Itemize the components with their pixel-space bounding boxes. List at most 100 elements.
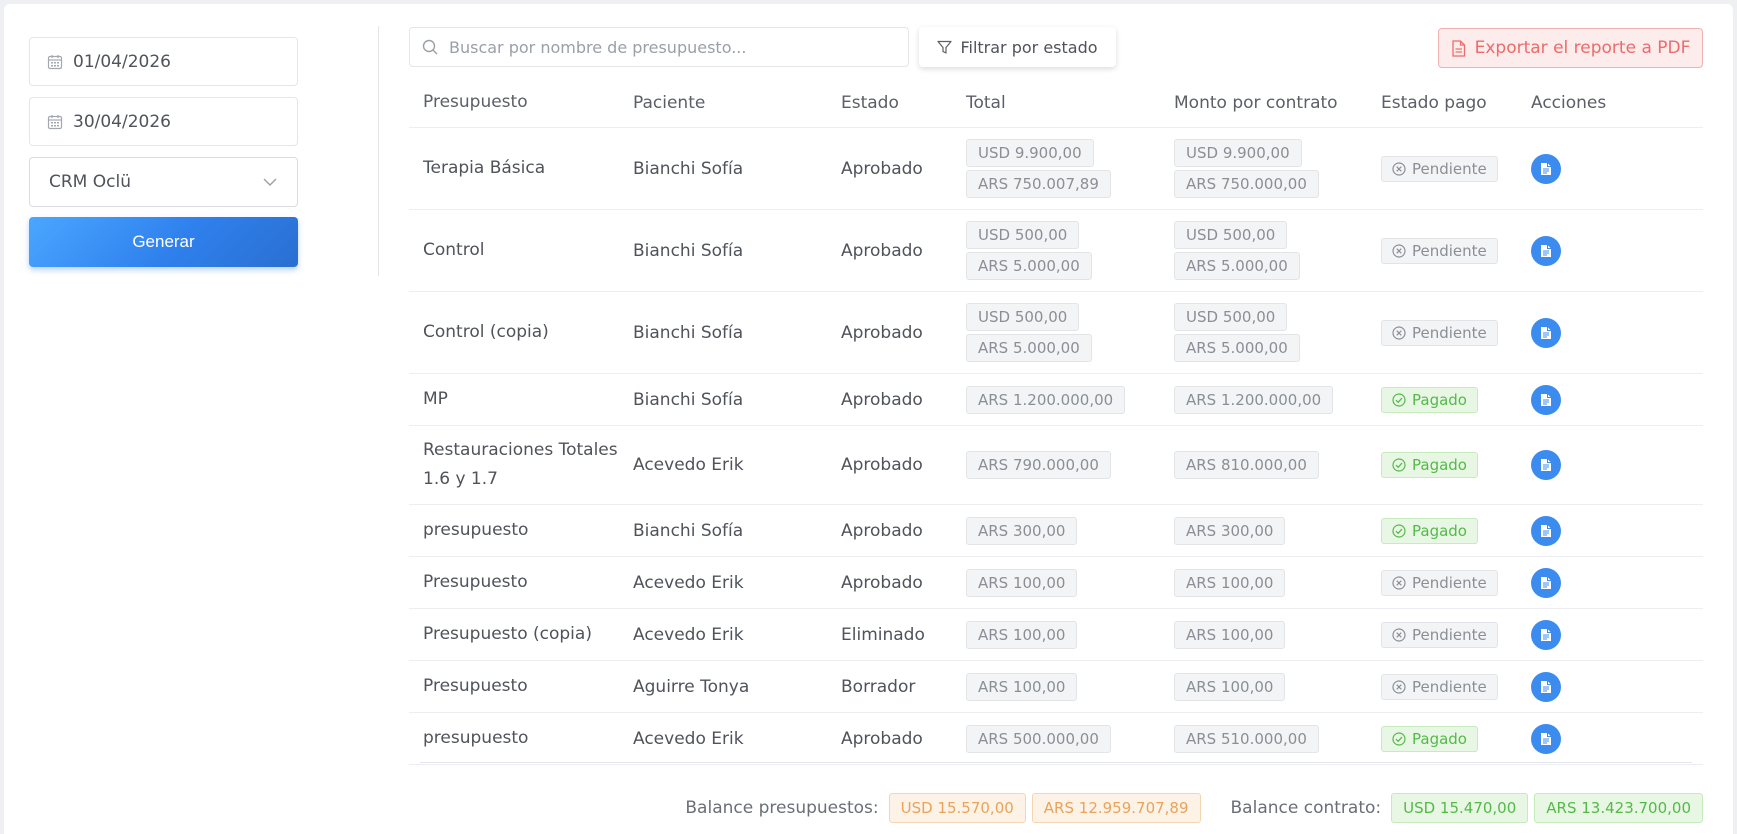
cell-contract: USD 500,00 ARS 5.000,00 <box>1160 303 1367 362</box>
view-document-button[interactable] <box>1531 515 1561 546</box>
header-monto-contrato[interactable]: Monto por contrato <box>1160 93 1367 113</box>
cell-state: Borrador <box>841 676 916 697</box>
clinic-select-value: CRM Oclü <box>49 172 131 192</box>
total-tag: ARS 100,00 <box>966 568 1078 597</box>
contract-tag: ARS 100,00 <box>1174 568 1286 597</box>
view-document-button[interactable] <box>1531 153 1561 184</box>
contract-tag: ARS 510.000,00 <box>1174 724 1319 753</box>
cell-actions <box>1517 384 1703 415</box>
pdf-file-icon <box>1451 39 1465 57</box>
total-tag: ARS 750.007,89 <box>966 170 1111 198</box>
view-document-button[interactable] <box>1531 671 1561 702</box>
cell-budget-name[interactable]: Control <box>409 236 619 265</box>
search-input[interactable]: Buscar por nombre de presupuesto... <box>409 27 909 67</box>
cell-patient: Aguirre Tonya <box>633 676 750 697</box>
cell-budget-name[interactable]: Presupuesto (copia) <box>409 620 619 649</box>
circle-x-icon <box>1392 243 1406 258</box>
cell-budget-name[interactable]: presupuesto <box>409 516 619 545</box>
cell-budget-name[interactable]: Terapia Básica <box>409 154 619 183</box>
cell-total: USD 9.900,00 ARS 750.007,89 <box>952 139 1160 198</box>
date-from-field[interactable]: 01/04/2026 <box>29 37 298 86</box>
payment-status-label: Pendiente <box>1412 677 1487 696</box>
cell-patient: Bianchi Sofía <box>633 240 744 261</box>
cell-patient: Bianchi Sofía <box>633 322 744 343</box>
cell-actions <box>1517 153 1703 184</box>
circle-x-icon <box>1392 161 1406 176</box>
total-tag: ARS 5.000,00 <box>966 252 1092 280</box>
date-to-value: 30/04/2026 <box>73 111 171 132</box>
balance-contract-ars: ARS 13.423.700,00 <box>1534 793 1703 823</box>
search-icon <box>422 39 438 55</box>
document-icon <box>1541 244 1551 257</box>
view-document-button[interactable] <box>1531 619 1561 650</box>
document-icon <box>1541 576 1551 589</box>
document-icon <box>1541 680 1551 693</box>
cell-total: ARS 1.200.000,00 <box>952 385 1160 414</box>
cell-patient: Bianchi Sofía <box>633 520 744 541</box>
payment-status-badge: Pendiente <box>1381 155 1498 182</box>
cell-state: Aprobado <box>841 572 923 593</box>
cell-budget-name[interactable]: MP <box>409 385 619 414</box>
cell-payment-state: Pendiente <box>1367 319 1517 346</box>
payment-status-badge: Pendiente <box>1381 673 1498 700</box>
header-total[interactable]: Total <box>952 93 1160 113</box>
circle-x-icon <box>1392 627 1406 642</box>
view-document-button[interactable] <box>1531 723 1561 754</box>
cell-payment-state: Pendiente <box>1367 673 1517 700</box>
header-estado[interactable]: Estado <box>827 93 952 113</box>
table-row: MP Bianchi Sofía Aprobado ARS 1.200.000,00 A… <box>409 374 1703 426</box>
cell-budget-name[interactable]: presupuesto <box>409 724 619 753</box>
cell-budget-name[interactable]: Presupuesto <box>409 672 619 701</box>
cell-patient: Acevedo Erik <box>633 728 744 749</box>
payment-status-badge: Pagado <box>1381 386 1478 413</box>
clinic-select[interactable]: CRM Oclü <box>29 157 298 207</box>
cell-total: USD 500,00 ARS 5.000,00 <box>952 221 1160 280</box>
document-icon <box>1541 393 1551 406</box>
cell-budget-name[interactable]: Control (copia) <box>409 318 619 347</box>
document-icon <box>1541 326 1551 339</box>
header-estado-pago[interactable]: Estado pago <box>1367 93 1517 113</box>
cell-state: Aprobado <box>841 322 923 343</box>
payment-status-badge: Pendiente <box>1381 569 1498 596</box>
total-tag: ARS 100,00 <box>966 672 1078 701</box>
payment-status-badge: Pagado <box>1381 725 1478 752</box>
cell-actions <box>1517 619 1703 650</box>
total-tag: ARS 5.000,00 <box>966 334 1092 362</box>
balance-contract-usd: USD 15.470,00 <box>1391 793 1529 823</box>
header-presupuesto[interactable]: Presupuesto <box>409 88 619 117</box>
document-icon <box>1541 162 1551 175</box>
panel-divider <box>378 26 379 276</box>
cell-budget-name[interactable]: Restauraciones Totales 1.6 y 1.7 <box>409 436 619 494</box>
cell-contract: ARS 510.000,00 <box>1160 724 1367 753</box>
cell-total: ARS 500.000,00 <box>952 724 1160 753</box>
cell-state: Aprobado <box>841 158 923 179</box>
generate-button[interactable]: Generar <box>29 217 298 267</box>
view-document-button[interactable] <box>1531 235 1561 266</box>
cell-actions <box>1517 317 1703 348</box>
total-tag: ARS 100,00 <box>966 620 1078 649</box>
cell-state: Aprobado <box>841 455 923 475</box>
view-document-button[interactable] <box>1531 450 1561 480</box>
payment-status-label: Pendiente <box>1412 241 1487 260</box>
document-icon <box>1541 628 1551 641</box>
date-to-field[interactable]: 30/04/2026 <box>29 97 298 146</box>
document-icon <box>1541 732 1551 745</box>
payment-status-label: Pendiente <box>1412 573 1487 592</box>
view-document-button[interactable] <box>1531 317 1561 348</box>
circle-check-icon <box>1392 523 1406 538</box>
view-document-button[interactable] <box>1531 384 1561 415</box>
header-acciones: Acciones <box>1531 92 1607 113</box>
payment-status-label: Pagado <box>1412 521 1467 540</box>
cell-total: ARS 100,00 <box>952 620 1160 649</box>
header-paciente[interactable]: Paciente <box>619 93 827 113</box>
cell-budget-name[interactable]: Presupuesto <box>409 568 619 597</box>
view-document-button[interactable] <box>1531 567 1561 598</box>
cell-actions <box>1517 723 1703 754</box>
export-pdf-button[interactable]: Exportar el reporte a PDF <box>1438 28 1703 68</box>
payment-status-label: Pagado <box>1412 729 1467 748</box>
total-tag: USD 500,00 <box>966 303 1080 331</box>
filter-state-button[interactable]: Filtrar por estado <box>919 27 1116 67</box>
funnel-icon <box>937 40 953 54</box>
cell-contract: ARS 100,00 <box>1160 620 1367 649</box>
table-row: Presupuesto Acevedo Erik Aprobado ARS 100,0… <box>409 557 1703 609</box>
